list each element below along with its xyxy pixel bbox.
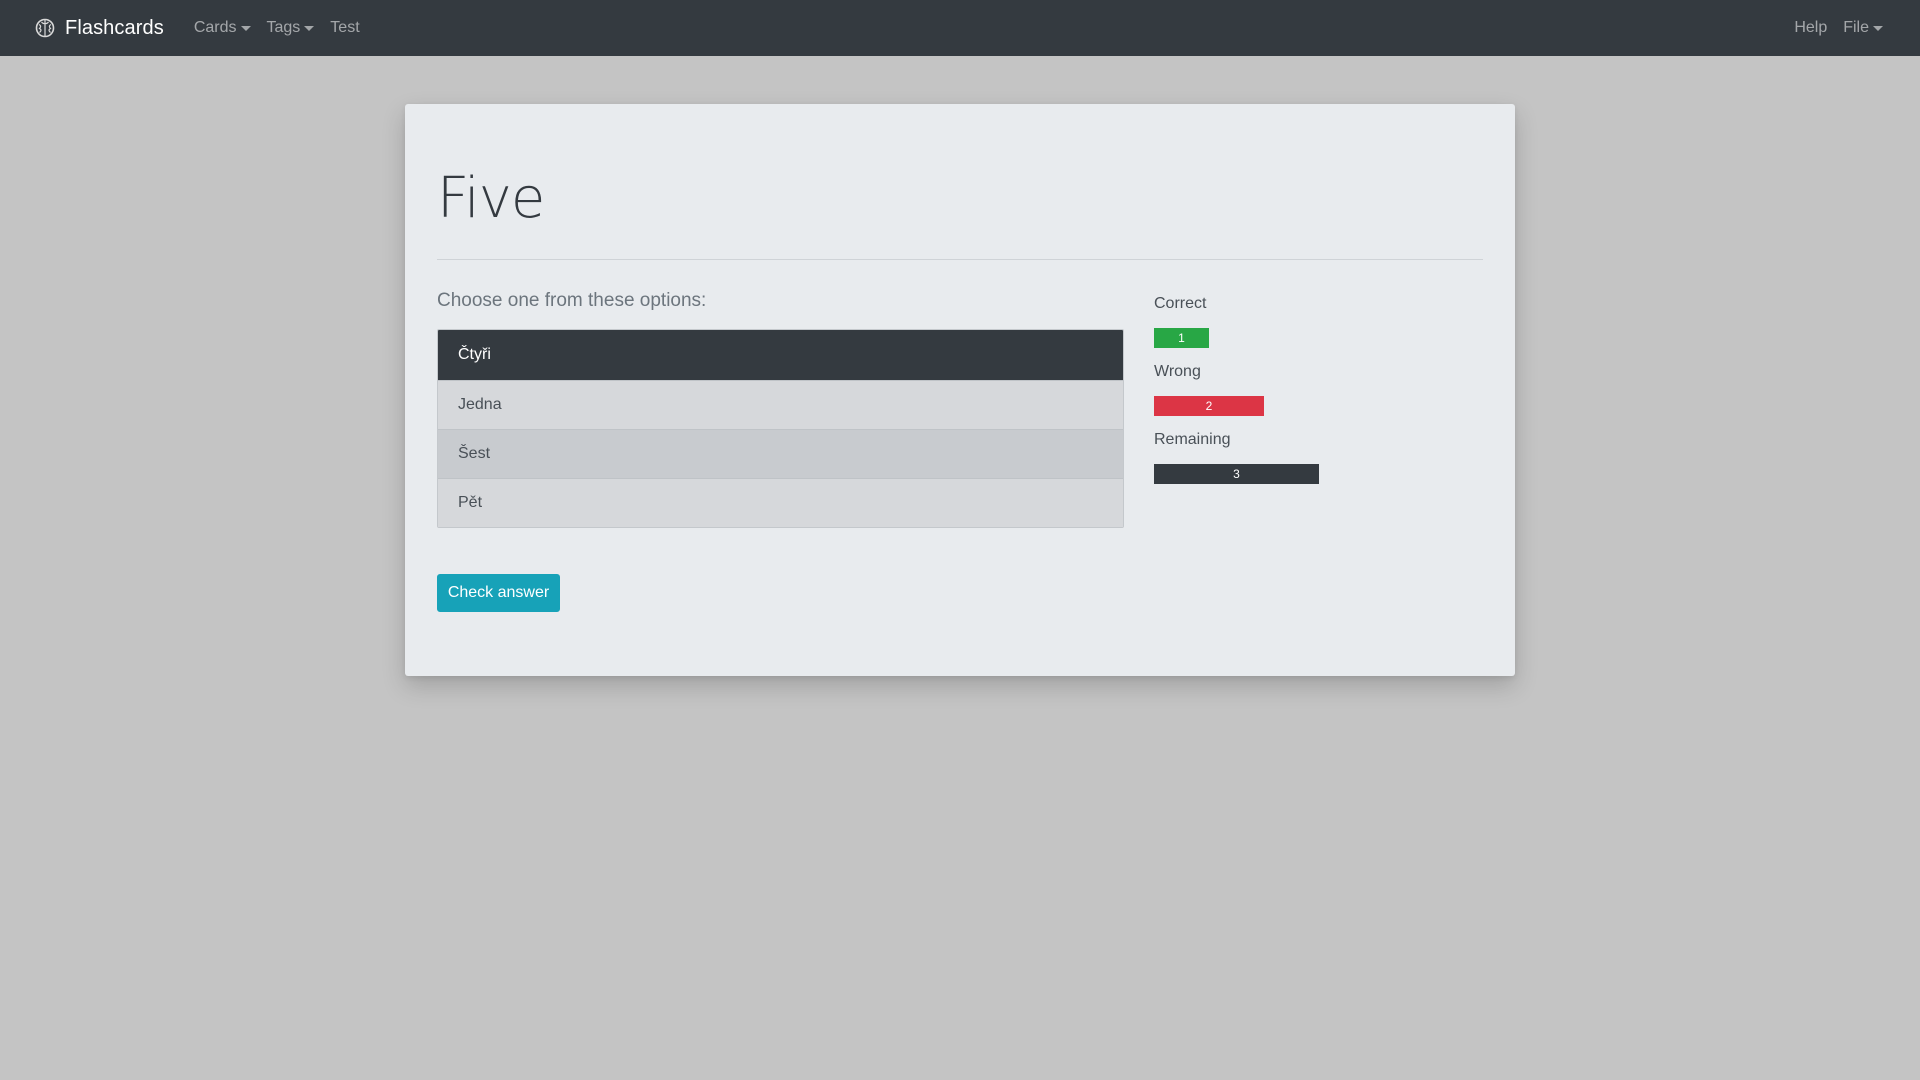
remaining-progress-bar: 3 <box>1154 464 1319 484</box>
nav-tags-dropdown[interactable]: Tags <box>259 19 323 37</box>
nav-file-label: File <box>1843 19 1869 36</box>
question-title: Five <box>437 166 545 231</box>
wrong-label: Wrong <box>1154 363 1201 380</box>
wrong-progress-bar: 2 <box>1154 396 1264 416</box>
caret-down-icon <box>240 25 251 31</box>
option-label: Jedna <box>458 396 502 413</box>
nav-file-dropdown[interactable]: File <box>1835 19 1883 37</box>
top-navbar: Flashcards Cards Tags Test Help File <box>0 0 1920 56</box>
nav-help-label: Help <box>1794 19 1828 36</box>
caret-down-icon <box>304 25 315 31</box>
nav-right-group: Help File <box>1786 19 1883 37</box>
option-item[interactable]: Šest <box>438 429 1123 478</box>
nav-test-label: Test <box>330 19 360 36</box>
score-panel: Correct 1 Wrong 2 Remaining 3 <box>1154 294 1484 498</box>
nav-cards-label: Cards <box>193 19 237 36</box>
correct-progress: 1 <box>1154 328 1454 348</box>
brand-label: Flashcards <box>65 16 164 39</box>
nav-help-link[interactable]: Help <box>1786 19 1835 37</box>
options-list: Čtyři Jedna Šest Pět <box>437 329 1124 528</box>
nav-tags-label: Tags <box>266 19 301 36</box>
wrong-progress: 2 <box>1154 396 1454 416</box>
caret-down-icon <box>1873 25 1883 31</box>
option-item-selected[interactable]: Čtyři <box>438 330 1123 380</box>
nav-cards-dropdown[interactable]: Cards <box>186 19 259 37</box>
remaining-label: Remaining <box>1154 431 1231 448</box>
nav-test-link[interactable]: Test <box>322 19 367 37</box>
correct-label: Correct <box>1154 295 1207 312</box>
question-card: Five Choose one from these options: Čtyř… <box>405 104 1515 676</box>
nav-left-group: Cards Tags Test <box>186 19 368 37</box>
options-prompt: Choose one from these options: <box>437 290 707 311</box>
option-item[interactable]: Jedna <box>438 380 1123 429</box>
remaining-progress: 3 <box>1154 464 1454 484</box>
option-item[interactable]: Pět <box>438 478 1123 527</box>
brand-link[interactable]: Flashcards <box>35 17 164 40</box>
correct-progress-bar: 1 <box>1154 328 1209 348</box>
divider <box>437 259 1483 260</box>
option-label: Šest <box>458 445 491 462</box>
option-label: Čtyři <box>458 346 491 363</box>
brain-icon <box>35 18 55 38</box>
option-label: Pět <box>458 494 483 511</box>
check-answer-button[interactable]: Check answer <box>437 574 560 612</box>
